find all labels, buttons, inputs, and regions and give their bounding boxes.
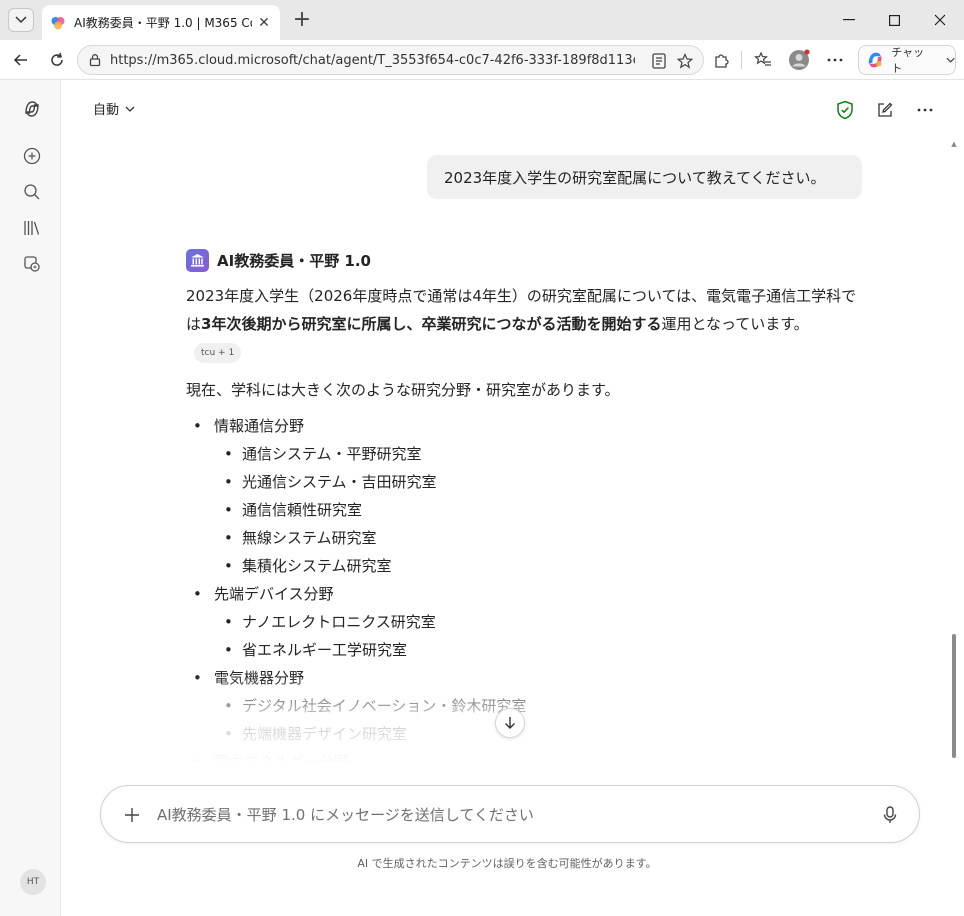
field-item: 情報通信分野 通信システム・平野研究室 光通信システム・吉田研究室 通信信頼性研… xyxy=(186,412,862,580)
lab-item: デジタル社会イノベーション・鈴木研究室 xyxy=(214,692,862,720)
lab-list: デジタル社会イノベーション・鈴木研究室 先端機器デザイン研究室 xyxy=(214,692,862,748)
more-options-icon[interactable] xyxy=(915,100,935,120)
address-bar[interactable]: https://m365.cloud.microsoft/chat/agent/… xyxy=(77,45,704,75)
lab-list: ナノエレクトロニクス研究室 省エネルギー工学研究室 xyxy=(214,608,862,664)
chevron-down-icon xyxy=(946,57,955,63)
copilot-favicon-icon xyxy=(51,16,65,29)
copilot-icon xyxy=(868,52,882,68)
microphone-button[interactable] xyxy=(879,804,901,826)
toolbar-divider xyxy=(741,51,742,69)
refresh-icon xyxy=(51,52,63,66)
field-list: 情報通信分野 通信システム・平野研究室 光通信システム・吉田研究室 通信信頼性研… xyxy=(186,412,862,762)
scroll-to-bottom-button[interactable] xyxy=(495,708,525,738)
lab-item: 先端機器デザイン研究室 xyxy=(214,720,862,748)
field-name: 情報通信分野 xyxy=(214,417,305,435)
lab-item: 通信システム・平野研究室 xyxy=(214,440,862,468)
site-info-icon[interactable] xyxy=(88,53,102,67)
minimize-button[interactable] xyxy=(826,0,872,40)
left-rail: HT xyxy=(0,80,61,916)
field-item: 電気機器分野 デジタル社会イノベーション・鈴木研究室 先端機器デザイン研究室 xyxy=(186,664,862,748)
lab-item: 通信信頼性研究室 xyxy=(214,496,862,524)
user-avatar[interactable]: HT xyxy=(20,869,46,895)
back-button[interactable] xyxy=(9,48,33,72)
shield-check-icon[interactable] xyxy=(835,100,855,120)
close-window-button[interactable] xyxy=(917,0,963,40)
tab-title: AI教務委員・平野 1.0 | M365 Copilot xyxy=(74,16,252,30)
library-icon[interactable] xyxy=(21,217,43,239)
lab-item: 集積化システム研究室 xyxy=(214,552,862,580)
browser-tab-active[interactable]: AI教務委員・平野 1.0 | M365 Copilot ✕ xyxy=(42,5,280,40)
copilot-chat-button[interactable]: チャット xyxy=(858,45,956,75)
browser-toolbar: https://m365.cloud.microsoft/chat/agent/… xyxy=(0,40,964,80)
tab-close-icon[interactable]: ✕ xyxy=(256,15,272,31)
user-message-text: 2023年度入学生の研究室配属について教えてください。 xyxy=(444,168,826,187)
field-item: 先端デバイス分野 ナノエレクトロニクス研究室 省エネルギー工学研究室 xyxy=(186,580,862,664)
chevron-down-icon xyxy=(15,16,27,24)
minimize-icon xyxy=(843,19,855,21)
reading-view-icon[interactable] xyxy=(650,52,668,70)
new-tab-button[interactable]: + xyxy=(290,8,314,32)
agent-answer: 2023年度入学生（2026年度時点で通常は4年生）の研究室配属については、電気… xyxy=(186,282,862,762)
mode-selector[interactable]: 自動 xyxy=(93,99,135,118)
new-chat-icon[interactable] xyxy=(21,145,43,167)
edit-new-chat-icon[interactable] xyxy=(875,100,895,120)
copilot-app: HT 自動 2023年度入学生の研究室配属について教えてください。 AI教務委員… xyxy=(0,80,964,916)
favorites-icon[interactable] xyxy=(753,50,773,70)
answer-paragraph-1: 2023年度入学生（2026年度時点で通常は4年生）の研究室配属については、電気… xyxy=(186,282,862,366)
answer-text: 運用となっています。 xyxy=(661,315,809,333)
refresh-button[interactable] xyxy=(45,48,69,72)
agent-name: AI教務委員・平野 1.0 xyxy=(217,252,371,270)
title-bar: AI教務委員・平野 1.0 | M365 Copilot ✕ + xyxy=(0,0,964,40)
chat-scrollbar[interactable]: ▲ xyxy=(950,140,958,762)
lab-list: 通信システム・平野研究室 光通信システム・吉田研究室 通信信頼性研究室 無線シス… xyxy=(214,440,862,580)
more-options-icon[interactable] xyxy=(825,50,845,70)
field-name: 電力エネルギー分野 xyxy=(214,753,350,762)
chevron-down-icon xyxy=(125,106,135,112)
citation-chip[interactable]: tcu + 1 xyxy=(194,342,242,363)
maximize-icon xyxy=(888,14,900,26)
lab-item: 光通信システム・吉田研究室 xyxy=(214,468,862,496)
scroll-up-arrow-icon[interactable]: ▲ xyxy=(950,140,958,148)
agent-building-icon xyxy=(186,249,209,272)
lab-item: 無線システム研究室 xyxy=(214,524,862,552)
url-text[interactable]: https://m365.cloud.microsoft/chat/agent/… xyxy=(110,53,635,68)
answer-paragraph-2: 現在、学科には大きく次のような研究分野・研究室があります。 xyxy=(186,381,620,399)
field-name: 電気機器分野 xyxy=(214,669,305,687)
ai-disclaimer: AI で生成されたコンテンツは誤りを含む可能性があります。 xyxy=(357,857,657,870)
answer-bold-text: 3年次後期から研究室に所属し、卒業研究につながる活動を開始する xyxy=(201,315,662,333)
plus-icon xyxy=(125,808,139,822)
microphone-icon xyxy=(883,806,897,823)
favorite-star-icon[interactable] xyxy=(676,52,694,70)
conversation-pane: 2023年度入学生の研究室配属について教えてください。 AI教務委員・平野 1.… xyxy=(62,140,948,762)
agents-icon[interactable] xyxy=(21,253,43,275)
message-composer xyxy=(100,785,920,843)
arrow-left-icon xyxy=(13,54,27,66)
add-attachment-button[interactable] xyxy=(121,804,143,826)
search-icon[interactable] xyxy=(21,181,43,203)
user-message-bubble: 2023年度入学生の研究室配属について教えてください。 xyxy=(427,155,862,199)
tab-actions-button[interactable] xyxy=(8,8,34,32)
close-icon xyxy=(934,14,946,26)
message-input[interactable] xyxy=(157,802,857,828)
extensions-icon[interactable] xyxy=(712,50,732,70)
mode-label: 自動 xyxy=(93,103,120,118)
lab-item: ナノエレクトロニクス研究室 xyxy=(214,608,862,636)
arrow-down-icon xyxy=(505,717,515,729)
maximize-button[interactable] xyxy=(871,0,917,40)
agent-header: AI教務委員・平野 1.0 xyxy=(186,249,371,272)
profile-avatar-icon[interactable] xyxy=(788,49,810,71)
copilot-logo-icon[interactable] xyxy=(21,98,43,120)
field-item: 電力エネルギー分野 xyxy=(186,748,862,762)
copilot-chat-label: チャット xyxy=(891,46,925,75)
scroll-thumb[interactable] xyxy=(952,634,956,758)
field-name: 先端デバイス分野 xyxy=(214,585,334,603)
lab-item: 省エネルギー工学研究室 xyxy=(214,636,862,664)
